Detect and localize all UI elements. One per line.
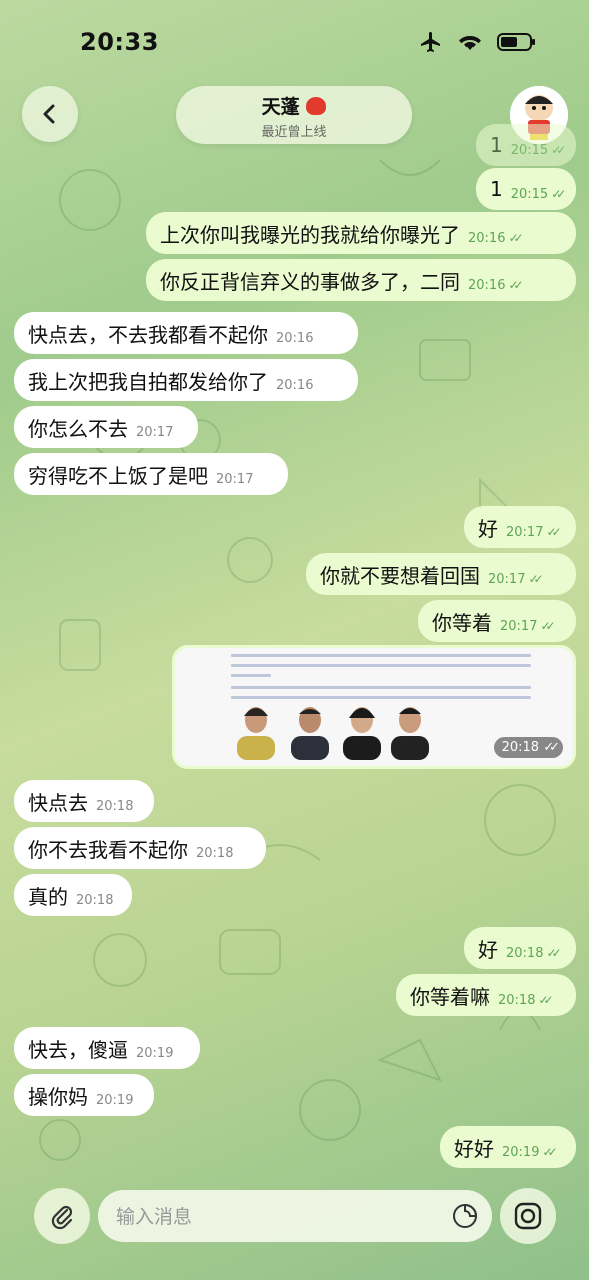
message-text: 快点去，不去我都看不起你: [28, 322, 268, 347]
airplane-icon: [421, 32, 440, 52]
message-text: 1: [490, 177, 503, 201]
read-check-icon: ✓✓: [542, 1145, 557, 1159]
camera-button[interactable]: [500, 1188, 556, 1244]
contact-status: 最近曾上线: [261, 125, 327, 140]
message-input-bar: [0, 1180, 589, 1280]
message-text: 你反正背信弃义的事做多了，二同: [160, 269, 460, 294]
message-bubble-outgoing[interactable]: 你就不要想着回国 20:17 ✓✓: [306, 553, 576, 595]
message-time: 20:17: [506, 524, 544, 540]
message-bubble-incoming[interactable]: 你不去我看不起你 20:18: [14, 827, 266, 869]
read-check-icon: ✓✓: [540, 619, 555, 633]
message-bubble-incoming[interactable]: 快去，傻逼 20:19: [14, 1027, 200, 1069]
message-text: 好好: [454, 1136, 494, 1161]
message-bubble-incoming[interactable]: 你怎么不去 20:17: [14, 406, 198, 448]
message-bubble-incoming[interactable]: 我上次把我自拍都发给你了 20:16: [14, 359, 358, 401]
message-text: 你怎么不去: [28, 416, 128, 441]
message-bubble-incoming[interactable]: 真的 20:18: [14, 874, 132, 916]
message-time: 20:19: [96, 1092, 134, 1108]
wifi-icon: [459, 35, 481, 50]
message-bubble-incoming[interactable]: 操你妈 20:19: [14, 1074, 154, 1116]
read-check-icon: ✓✓: [528, 572, 543, 586]
status-icons: [419, 30, 537, 54]
message-text: 好: [478, 516, 498, 541]
status-bar: 20:33: [0, 0, 589, 80]
message-time: 20:16: [468, 230, 506, 246]
photo-timestamp: 20:18 ✓✓: [493, 737, 563, 758]
message-text: 操你妈: [28, 1084, 88, 1109]
message-text: 真的: [28, 884, 68, 909]
message-time: 20:18: [96, 798, 134, 814]
contact-name: 天蓬: [176, 92, 412, 119]
message-bubble-incoming[interactable]: 快点去，不去我都看不起你 20:16: [14, 312, 358, 354]
read-check-icon: ✓✓: [543, 740, 560, 755]
message-time: 20:17: [500, 618, 538, 634]
message-input-field[interactable]: [98, 1190, 492, 1244]
read-check-icon: ✓✓: [546, 525, 561, 539]
message-bubble-outgoing[interactable]: 你等着嘛 20:18 ✓✓: [396, 974, 576, 1016]
message-text: 快点去: [28, 790, 88, 815]
message-bubble-outgoing[interactable]: 你反正背信弃义的事做多了，二同 20:16 ✓✓: [146, 259, 576, 301]
emoji-sticker-icon: [306, 97, 327, 115]
read-check-icon: ✓✓: [551, 187, 566, 201]
person-photo-4: [391, 707, 429, 760]
message-time: 20:15: [510, 186, 549, 202]
paperclip-icon: [51, 1205, 73, 1230]
message-time: 20:17: [488, 571, 526, 587]
message-input[interactable]: [114, 1190, 438, 1244]
message-time: 20:18: [196, 845, 234, 861]
battery-icon: [497, 33, 535, 51]
message-time: 20:16: [276, 377, 314, 393]
message-bubble-outgoing[interactable]: 好 20:17 ✓✓: [464, 506, 576, 548]
read-check-icon: ✓✓: [551, 143, 566, 157]
message-time: 20:16: [468, 277, 506, 293]
message-text: 快去，傻逼: [28, 1037, 128, 1062]
message-text: 1: [490, 133, 503, 157]
message-time: 20:18: [506, 945, 544, 961]
attach-button[interactable]: [34, 1188, 90, 1244]
message-bubble-incoming[interactable]: 穷得吃不上饭了是吧 20:17: [14, 453, 288, 495]
person-photo-1: [237, 707, 275, 760]
message-text: 你等着: [432, 610, 492, 635]
message-bubble-outgoing[interactable]: 好好 20:19 ✓✓: [440, 1126, 576, 1168]
read-check-icon: ✓✓: [508, 231, 523, 245]
message-time: 20:18: [498, 992, 536, 1008]
message-time: 20:15: [510, 142, 549, 158]
message-text: 你不去我看不起你: [28, 837, 188, 862]
message-bubble-outgoing[interactable]: 你等着 20:17 ✓✓: [418, 600, 576, 642]
message-time: 20:16: [276, 330, 314, 346]
message-text: 穷得吃不上饭了是吧: [28, 463, 208, 488]
back-button[interactable]: [22, 86, 78, 142]
message-text: 你等着嘛: [410, 984, 490, 1009]
person-photo-3: [343, 707, 381, 760]
person-photo-2: [291, 707, 329, 760]
contact-title[interactable]: 天蓬 最近曾上线: [176, 86, 412, 144]
camera-icon: [514, 1202, 542, 1230]
message-text: 好: [478, 937, 498, 962]
message-time: 20:18: [76, 892, 114, 908]
message-time: 20:19: [136, 1045, 174, 1061]
message-time: 20:19: [502, 1144, 540, 1160]
read-check-icon: ✓✓: [546, 946, 561, 960]
message-time: 20:17: [136, 424, 174, 440]
message-time: 20:17: [216, 471, 254, 487]
message-bubble-outgoing[interactable]: 1 20:15 ✓✓: [476, 168, 576, 210]
message-text: 我上次把我自拍都发给你了: [28, 369, 268, 394]
read-check-icon: ✓✓: [508, 278, 523, 292]
message-bubble-outgoing[interactable]: 好 20:18 ✓✓: [464, 927, 576, 969]
message-bubble-incoming[interactable]: 快点去 20:18: [14, 780, 154, 822]
read-check-icon: ✓✓: [538, 993, 553, 1007]
message-text: 你就不要想着回国: [320, 563, 480, 588]
status-time: 20:33: [80, 28, 159, 56]
chevron-left-icon: [43, 104, 55, 124]
sticker-icon[interactable]: [452, 1203, 478, 1229]
message-bubble-outgoing[interactable]: 1 20:15 ✓✓: [476, 124, 576, 166]
photo-message[interactable]: 20:18 ✓✓: [172, 645, 576, 769]
message-text: 上次你叫我曝光的我就给你曝光了: [160, 222, 460, 247]
message-bubble-outgoing[interactable]: 上次你叫我曝光的我就给你曝光了 20:16 ✓✓: [146, 212, 576, 254]
